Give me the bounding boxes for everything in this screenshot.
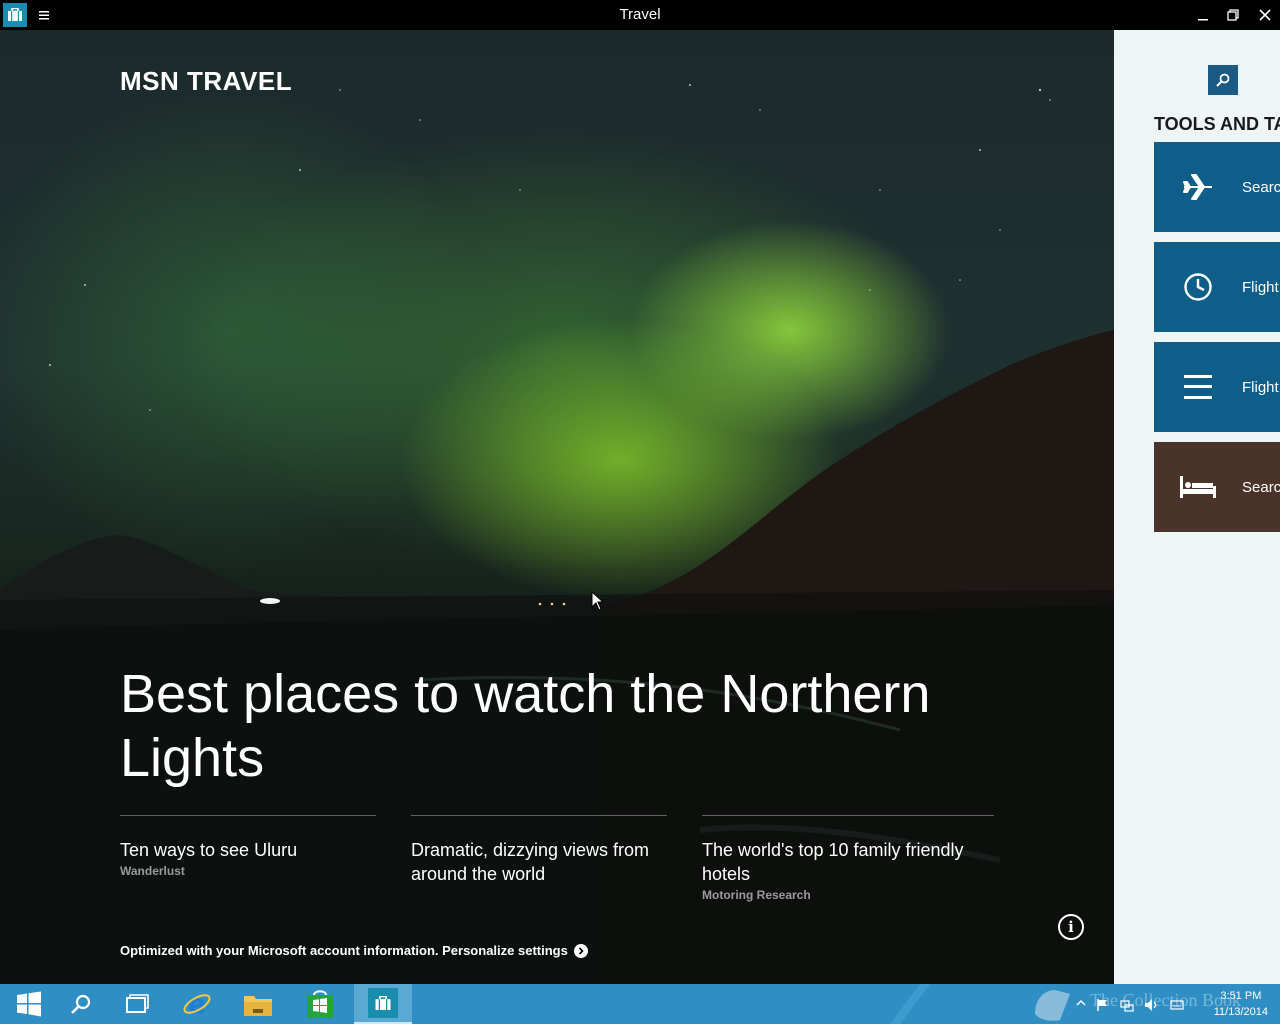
travel-icon[interactable] <box>354 984 412 1024</box>
clock[interactable]: 3:51 PM 11/13/2014 <box>1214 988 1268 1020</box>
flag-icon[interactable] <box>1096 998 1110 1012</box>
clock-date: 11/13/2014 <box>1213 1006 1268 1018</box>
story-item[interactable]: The world's top 10 family friendly hotel… <box>702 815 994 902</box>
bed-icon <box>1154 474 1242 500</box>
story-title: Ten ways to see Uluru <box>120 840 298 860</box>
story-item[interactable]: Dramatic, dizzying views from around the… <box>411 815 667 888</box>
personalize-link[interactable]: Optimized with your Microsoft account in… <box>120 943 588 958</box>
story-source: Motoring Research <box>702 888 811 902</box>
close-icon[interactable] <box>1254 4 1276 26</box>
search-icon[interactable] <box>52 984 110 1024</box>
task-view-icon[interactable] <box>108 984 166 1024</box>
system-tray <box>1076 998 1184 1012</box>
minimize-icon[interactable] <box>1192 4 1214 26</box>
story-title: Dramatic, dizzying views from around the… <box>411 840 650 884</box>
info-icon[interactable]: i <box>1058 914 1084 940</box>
story-title: The world's top 10 family friendly hotel… <box>702 840 964 884</box>
tile-flight-schedules[interactable]: Flight <box>1154 342 1280 432</box>
tools-panel: TOOLS AND TA Searc Flight Flight Searc <box>1114 30 1280 984</box>
start-icon[interactable] <box>0 984 58 1024</box>
personalize-text: Optimized with your Microsoft account in… <box>120 943 568 958</box>
keyboard-icon[interactable] <box>1170 998 1184 1012</box>
search-icon[interactable] <box>1208 65 1238 95</box>
tile-label: Searc <box>1242 178 1280 196</box>
cursor-icon <box>591 591 605 611</box>
window-title: Travel <box>619 6 661 23</box>
tile-label: Searc <box>1242 478 1280 496</box>
brand-title[interactable]: MSN TRAVEL <box>120 66 292 97</box>
clock-icon <box>1154 272 1242 302</box>
file-explorer-icon[interactable] <box>229 984 287 1024</box>
taskbar-decoration <box>890 984 1070 1024</box>
chevron-right-icon <box>573 943 588 958</box>
tile-flight-status[interactable]: Flight <box>1154 242 1280 332</box>
taskbar: e The Collection Book 3:51 PM 11/13/2014 <box>0 984 1280 1024</box>
list-icon <box>1154 372 1242 402</box>
hero-image[interactable]: MSN TRAVEL Best places to watch the Nort… <box>0 30 1114 984</box>
volume-icon[interactable] <box>1144 998 1160 1012</box>
story-source: Wanderlust <box>120 864 185 878</box>
tile-flight-search[interactable]: Searc <box>1154 142 1280 232</box>
restore-icon[interactable] <box>1222 4 1244 26</box>
svg-text:e: e <box>188 989 206 1019</box>
airplane-icon <box>1154 171 1242 203</box>
story-item[interactable]: Ten ways to see Uluru Wanderlust <box>120 815 376 878</box>
clock-time: 3:51 PM <box>1220 990 1262 1002</box>
tile-hotel-search[interactable]: Searc <box>1154 442 1280 532</box>
title-bar: Travel <box>0 0 1280 30</box>
network-icon[interactable] <box>1120 998 1134 1012</box>
tile-label: Flight <box>1242 378 1279 396</box>
tile-label: Flight <box>1242 278 1279 296</box>
chevron-up-icon[interactable] <box>1076 998 1086 1008</box>
section-title: TOOLS AND TA <box>1154 114 1280 134</box>
internet-explorer-icon[interactable]: e <box>168 984 226 1024</box>
store-icon[interactable] <box>291 984 349 1024</box>
headline[interactable]: Best places to watch the Northern Lights <box>120 662 1020 790</box>
